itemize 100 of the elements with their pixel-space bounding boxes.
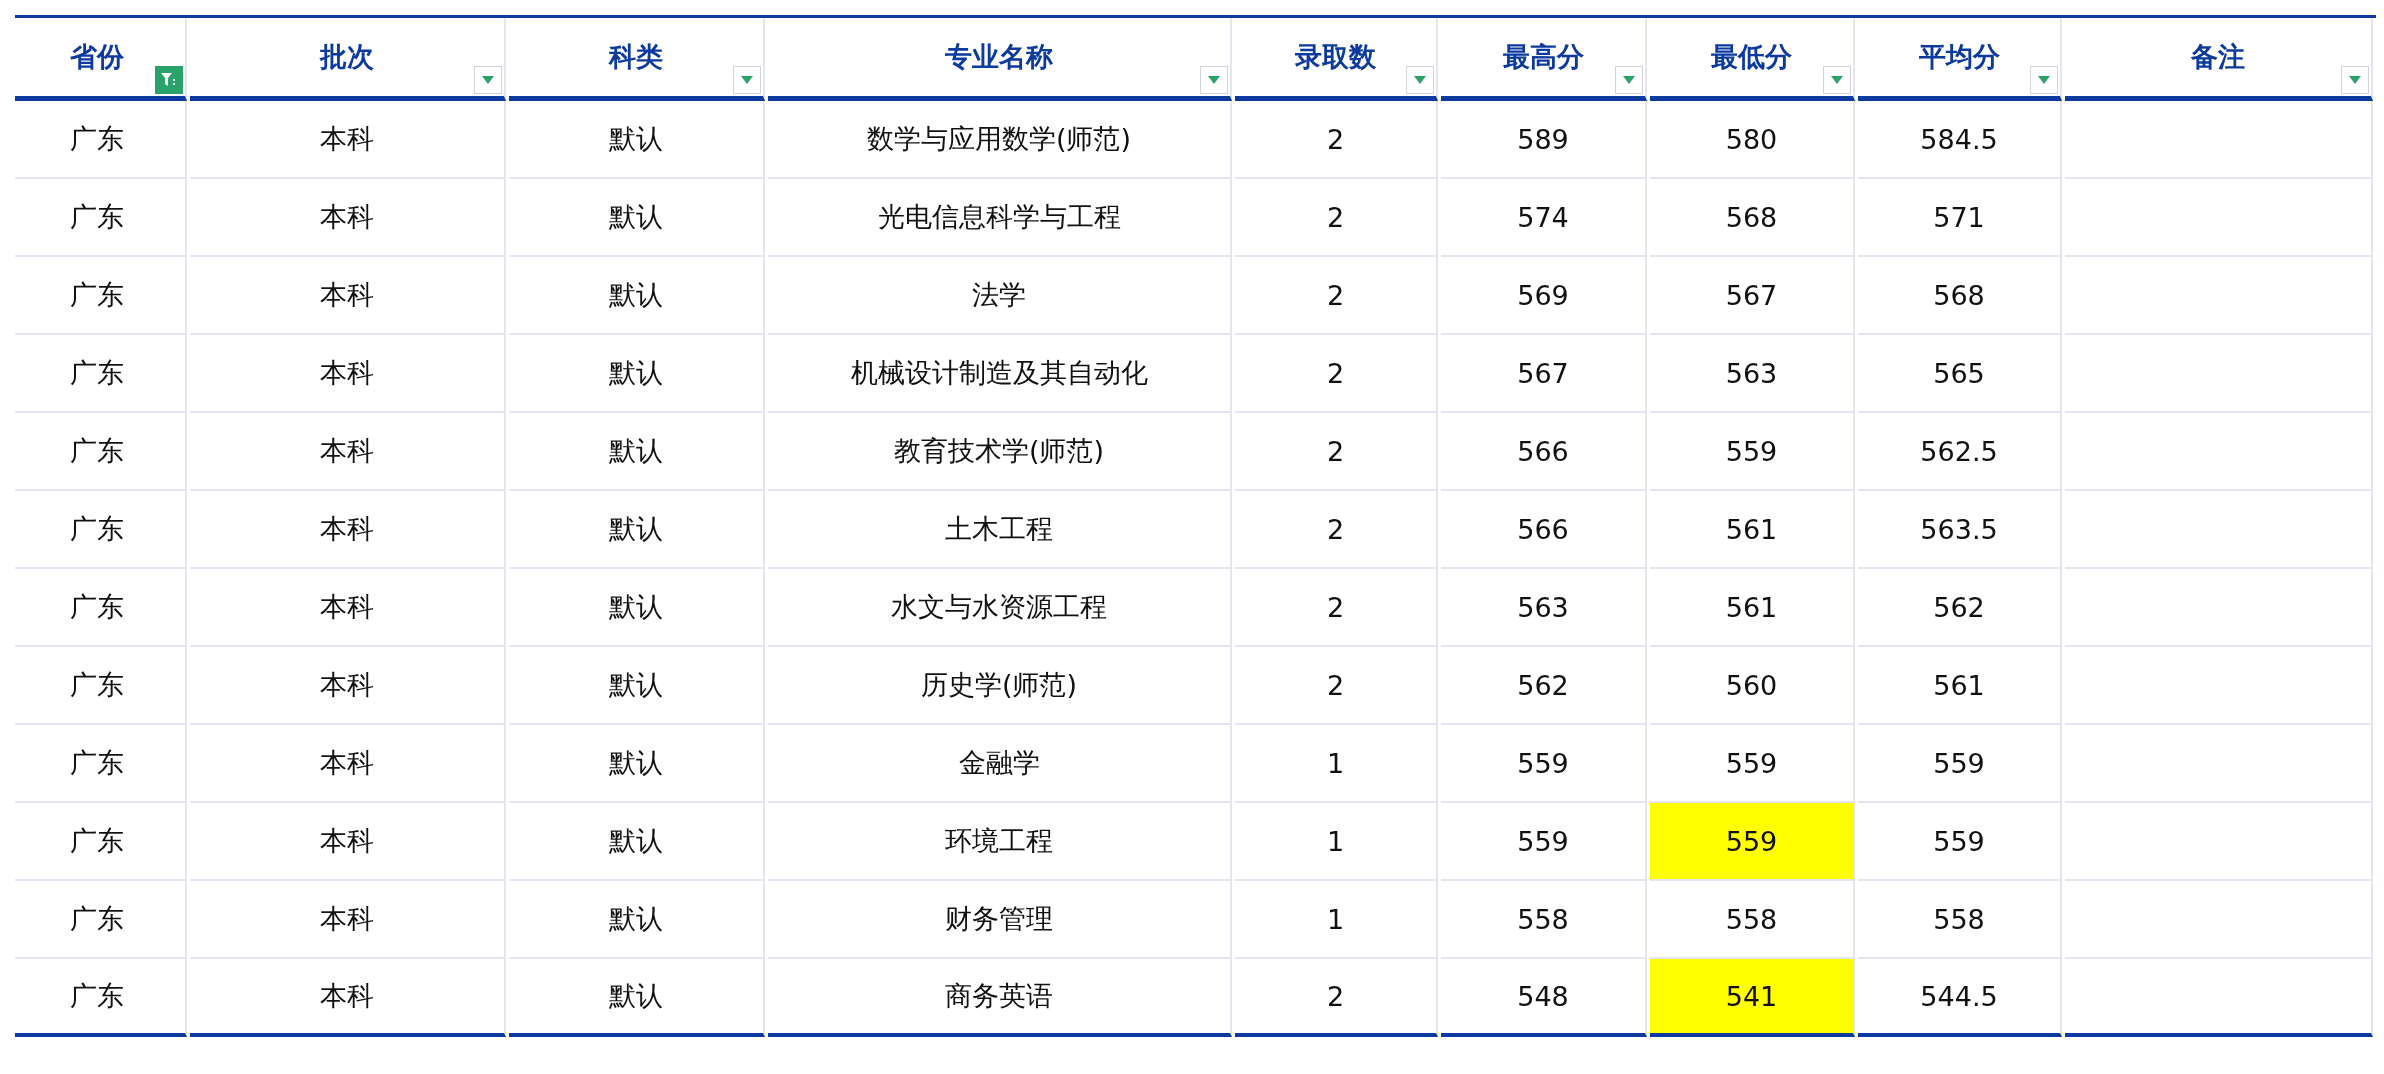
table-cell: 数学与应用数学(师范) (768, 101, 1232, 179)
table-cell: 1 (1235, 725, 1438, 803)
table-cell: 本科 (190, 569, 506, 647)
table-cell: 广东 (15, 179, 187, 257)
table-cell: 562.5 (1858, 413, 2062, 491)
table-cell: 广东 (15, 647, 187, 725)
filter-dropdown-button[interactable] (1823, 66, 1851, 94)
table-cell: 584.5 (1858, 101, 2062, 179)
caret-icon (741, 76, 753, 84)
table-cell: 559 (1441, 803, 1647, 881)
table-cell: 默认 (509, 725, 765, 803)
table-cell: 默认 (509, 413, 765, 491)
filter-active-button[interactable] (155, 66, 183, 94)
table-cell: 本科 (190, 959, 506, 1037)
table-cell: 默认 (509, 569, 765, 647)
table-cell: 广东 (15, 413, 187, 491)
table-cell: 580 (1650, 101, 1855, 179)
table-cell: 571 (1858, 179, 2062, 257)
filter-dropdown-button[interactable] (474, 66, 502, 94)
table-cell: 559 (1858, 725, 2062, 803)
table-cell: 本科 (190, 101, 506, 179)
table-cell: 默认 (509, 647, 765, 725)
table-cell: 2 (1235, 179, 1438, 257)
table-cell: 559 (1441, 725, 1647, 803)
table-cell: 本科 (190, 647, 506, 725)
table-cell: 默认 (509, 257, 765, 335)
table-cell: 565 (1858, 335, 2062, 413)
caret-icon (1414, 76, 1426, 84)
table-cell: 2 (1235, 491, 1438, 569)
table-cell: 默认 (509, 881, 765, 959)
table-cell: 558 (1441, 881, 1647, 959)
table-cell: 1 (1235, 881, 1438, 959)
table-cell: 566 (1441, 413, 1647, 491)
table-cell: 广东 (15, 725, 187, 803)
filter-dropdown-button[interactable] (1406, 66, 1434, 94)
table-cell: 教育技术学(师范) (768, 413, 1232, 491)
table-cell: 558 (1858, 881, 2062, 959)
table-cell: 默认 (509, 803, 765, 881)
header-label: 省份 (70, 40, 124, 74)
header-label: 最高分 (1502, 40, 1584, 74)
table-cell: 本科 (190, 491, 506, 569)
table-cell: 本科 (190, 335, 506, 413)
table-cell: 本科 (190, 725, 506, 803)
header-label: 平均分 (1918, 40, 2000, 74)
highlighted-cell: 541 (1650, 959, 1855, 1037)
table-cell: 广东 (15, 803, 187, 881)
filter-dropdown-button[interactable] (1615, 66, 1643, 94)
table-cell: 财务管理 (768, 881, 1232, 959)
filter-dropdown-button[interactable] (1200, 66, 1228, 94)
table-cell: 本科 (190, 413, 506, 491)
table-cell: 广东 (15, 257, 187, 335)
table-cell: 559 (1650, 413, 1855, 491)
table-cell: 559 (1858, 803, 2062, 881)
table-cell: 环境工程 (768, 803, 1232, 881)
caret-icon (482, 76, 494, 84)
table-cell: 548 (1441, 959, 1647, 1037)
highlighted-cell: 559 (1650, 803, 1855, 881)
table-cell: 金融学 (768, 725, 1232, 803)
table-cell: 568 (1650, 179, 1855, 257)
header-label: 最低分 (1711, 40, 1792, 74)
table-cell: 2 (1235, 647, 1438, 725)
caret-icon (2038, 76, 2050, 84)
table-cell: 默认 (509, 491, 765, 569)
table-cell: 本科 (190, 257, 506, 335)
table-cell: 土木工程 (768, 491, 1232, 569)
table-cell: 广东 (15, 959, 187, 1037)
filter-dropdown-button[interactable] (2341, 66, 2369, 94)
table-cell: 法学 (768, 257, 1232, 335)
filter-dropdown-button[interactable] (2030, 66, 2058, 94)
caret-icon (1623, 76, 1635, 84)
table-cell: 本科 (190, 881, 506, 959)
table-cell: 1 (1235, 803, 1438, 881)
caret-icon (2349, 76, 2361, 84)
table-cell: 560 (1650, 647, 1855, 725)
table-cell: 2 (1235, 335, 1438, 413)
table-cell: 光电信息科学与工程 (768, 179, 1232, 257)
header-label: 批次 (320, 40, 374, 74)
header-label: 备注 (2191, 40, 2245, 74)
table-cell: 563 (1650, 335, 1855, 413)
table-cell: 广东 (15, 881, 187, 959)
table-cell: 569 (1441, 257, 1647, 335)
table-cell: 机械设计制造及其自动化 (768, 335, 1232, 413)
table-cell: 562 (1858, 569, 2062, 647)
table-cell: 561 (1858, 647, 2062, 725)
header-label: 录取数 (1295, 40, 1376, 74)
table-cell: 2 (1235, 569, 1438, 647)
table-cell: 561 (1650, 569, 1855, 647)
table-cell: 商务英语 (768, 959, 1232, 1037)
caret-icon (1208, 76, 1220, 84)
table-cell: 563 (1441, 569, 1647, 647)
table-cell: 本科 (190, 179, 506, 257)
table-cell: 561 (1650, 491, 1855, 569)
table-cell: 544.5 (1858, 959, 2062, 1037)
filter-dropdown-button[interactable] (733, 66, 761, 94)
table-cell: 默认 (509, 959, 765, 1037)
table-cell: 589 (1441, 101, 1647, 179)
table-cell: 562 (1441, 647, 1647, 725)
table-cell: 默认 (509, 101, 765, 179)
header-label: 专业名称 (945, 40, 1053, 74)
table-cell: 2 (1235, 101, 1438, 179)
